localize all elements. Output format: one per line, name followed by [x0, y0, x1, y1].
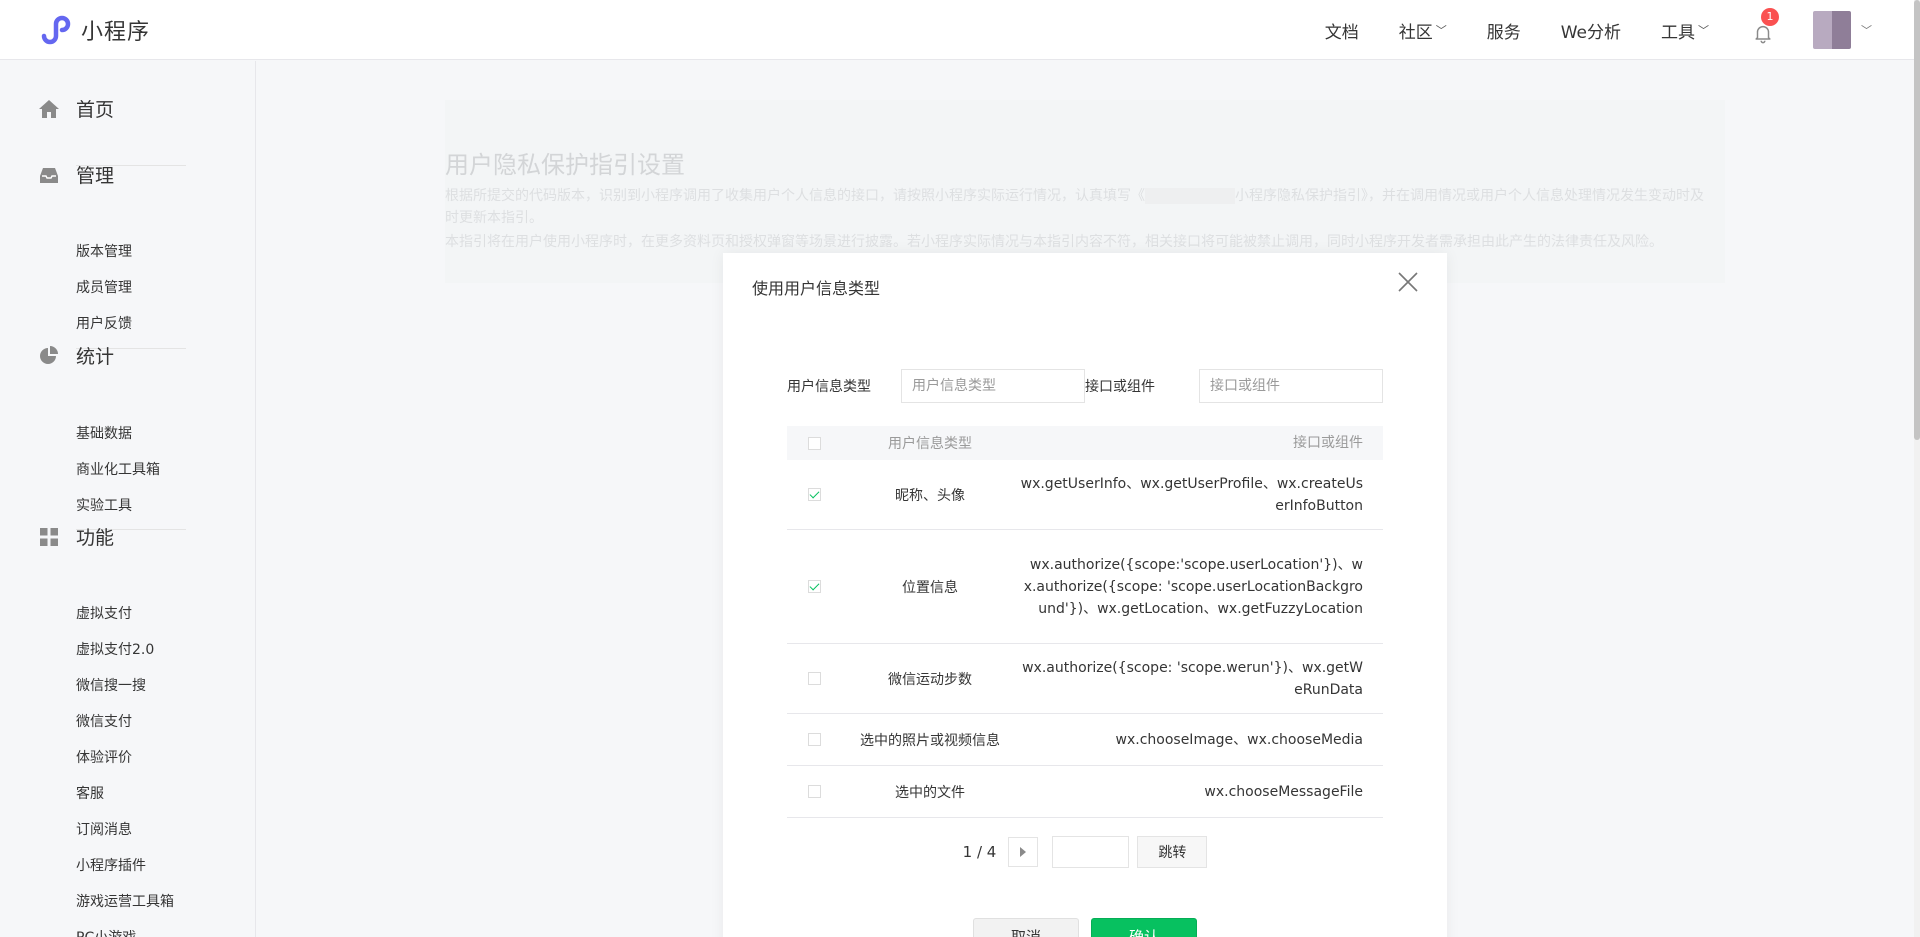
sidebar-subitem-wechat-search[interactable]: 微信搜一搜: [76, 675, 146, 695]
cancel-button[interactable]: 取消: [973, 918, 1079, 937]
page-jump-button[interactable]: 跳转: [1137, 836, 1208, 868]
page-description: 根据所提交的代码版本，识别到小程序调用了收集用户个人信息的接口，请按照小程序实际…: [445, 185, 1715, 207]
avatar[interactable]: [1813, 11, 1851, 49]
scrollbar-thumb[interactable]: [1914, 0, 1920, 440]
user-info-type-dialog: 使用用户信息类型 用户信息类型 接口或组件 用户信息类型 接口或组件 昵称、头像…: [723, 253, 1447, 937]
top-navbar: 小程序 文档 社区 ﹀ 服务 We分析 工具 ﹀ 1 ﹀: [0, 0, 1920, 60]
row-checkbox[interactable]: [807, 733, 821, 746]
nav-services[interactable]: 服务: [1487, 18, 1521, 43]
nav-community[interactable]: 社区 ﹀: [1399, 18, 1447, 43]
nav-we-analytics-label: We分析: [1560, 22, 1621, 43]
row-api: wx.chooseMessageFile: [1204, 783, 1363, 800]
page-description-text: 根据所提交的代码版本，识别到小程序调用了收集用户个人信息的接口，请按照小程序实际…: [445, 188, 1145, 204]
filter-api-label: 接口或组件: [1085, 379, 1155, 395]
page-description-line3: 本指引将在用户使用小程序时，在更多资料页和授权弹窗等场景进行披露。若小程序实际情…: [445, 234, 1663, 250]
nav-tools[interactable]: 工具 ﹀: [1661, 18, 1709, 43]
column-header-type: 用户信息类型: [888, 436, 972, 452]
row-checkbox[interactable]: [807, 672, 821, 685]
sidebar-item-stats[interactable]: 统计: [38, 342, 114, 369]
sidebar-subitem-experience-rating[interactable]: 体验评价: [76, 747, 132, 767]
row-type: 选中的照片或视频信息: [860, 732, 1000, 749]
inbox-icon: [40, 167, 58, 183]
row-checkbox[interactable]: [807, 785, 821, 798]
next-page-button[interactable]: [1008, 837, 1039, 867]
row-type: 昵称、头像: [895, 487, 965, 504]
column-header-api: 接口或组件: [1293, 435, 1363, 451]
app-title: 小程序: [81, 20, 151, 45]
sidebar-subitem-basic-data[interactable]: 基础数据: [76, 423, 132, 443]
nav-docs[interactable]: 文档: [1325, 18, 1359, 43]
sidebar-item-home[interactable]: 首页: [38, 95, 114, 122]
table-row[interactable]: 选中的文件 wx.chooseMessageFile: [787, 766, 1383, 818]
pie-chart-icon: [40, 345, 58, 364]
row-api: wx.authorize({scope:'scope.userLocation'…: [1023, 556, 1363, 617]
sidebar-subitem-game-ops-toolbox[interactable]: 游戏运营工具箱: [76, 891, 174, 911]
sidebar-subitem-pc-minigame[interactable]: PC小游戏: [76, 927, 136, 937]
top-nav: 文档 社区 ﹀ 服务 We分析 工具 ﹀ 1 ﹀: [1285, 0, 1872, 60]
sidebar-subitem-wechat-pay[interactable]: 微信支付: [76, 711, 132, 731]
row-api: wx.chooseImage、wx.chooseMedia: [1115, 731, 1363, 748]
row-checkbox[interactable]: [807, 580, 821, 593]
nav-docs-label: 文档: [1324, 22, 1359, 43]
sidebar-item-label: 管理: [76, 165, 115, 187]
table-row[interactable]: 选中的照片或视频信息 wx.chooseImage、wx.chooseMedia: [787, 714, 1383, 766]
sidebar-subitem-feedback[interactable]: 用户反馈: [76, 313, 132, 333]
caret-right-icon: [1020, 847, 1027, 857]
page-description-line2: 时更新本指引。: [445, 210, 543, 226]
page-description-text: 小程序隐私保护指引》，并在调用情况或用户个人信息处理情况发生变动时及: [1235, 188, 1704, 204]
notification-button[interactable]: 1: [1751, 8, 1779, 44]
row-type: 位置信息: [902, 579, 958, 596]
row-type: 微信运动步数: [888, 671, 972, 688]
sidebar-item-manage[interactable]: 管理: [38, 161, 114, 188]
sidebar-subitem-virtual-pay[interactable]: 虚拟支付: [76, 603, 132, 623]
nav-community-label: 社区: [1398, 22, 1433, 43]
scrollbar[interactable]: [1914, 0, 1920, 937]
select-all-checkbox[interactable]: [807, 436, 821, 450]
page-title: 用户隐私保护指引设置: [445, 151, 685, 179]
filter-type-input[interactable]: [901, 369, 1085, 403]
sidebar-item-features[interactable]: 功能: [38, 523, 114, 550]
home-icon: [39, 99, 59, 118]
filter-api-input[interactable]: [1199, 369, 1383, 403]
table-row[interactable]: 微信运动步数 wx.authorize({scope: 'scope.werun…: [787, 644, 1383, 714]
table-header: 用户信息类型 接口或组件: [787, 426, 1383, 460]
notification-badge: 1: [1761, 8, 1779, 26]
row-api: wx.authorize({scope: 'scope.werun'})、wx.…: [1022, 659, 1363, 698]
sidebar-subitem-versions[interactable]: 版本管理: [76, 241, 132, 261]
nav-tools-label: 工具: [1661, 22, 1695, 43]
user-info-table: 用户信息类型 接口或组件 昵称、头像 wx.getUserInfo、wx.get…: [787, 426, 1383, 818]
close-icon[interactable]: [1397, 271, 1419, 293]
table-row[interactable]: 位置信息 wx.authorize({scope:'scope.userLoca…: [787, 530, 1383, 644]
row-type: 选中的文件: [895, 784, 965, 801]
confirm-button[interactable]: 确认: [1091, 918, 1197, 937]
logo[interactable]: 小程序: [38, 14, 150, 46]
pagination: 1 / 4 跳转: [723, 836, 1447, 868]
row-api: wx.getUserInfo、wx.getUserProfile、wx.crea…: [1020, 475, 1363, 514]
chevron-down-icon: ﹀: [1698, 24, 1709, 37]
sidebar-subitem-plugins[interactable]: 小程序插件: [76, 855, 146, 875]
filter-type-label: 用户信息类型: [787, 379, 871, 395]
nav-services-label: 服务: [1486, 22, 1521, 43]
sidebar-subitem-customer-service[interactable]: 客服: [76, 783, 104, 803]
redacted-name: [1145, 188, 1235, 204]
page-indicator: 1 / 4: [962, 843, 997, 861]
sidebar-subitem-members[interactable]: 成员管理: [76, 277, 132, 297]
sidebar-subitem-virtual-pay-2[interactable]: 虚拟支付2.0: [76, 639, 154, 659]
sidebar-subitem-experiment-tools[interactable]: 实验工具: [76, 495, 132, 515]
page-jump-input[interactable]: [1052, 836, 1130, 868]
sidebar-item-label: 首页: [76, 99, 115, 121]
sidebar-item-label: 功能: [76, 527, 115, 549]
nav-we-analytics[interactable]: We分析: [1561, 18, 1621, 43]
miniprogram-logo-icon: [41, 15, 71, 45]
table-row[interactable]: 昵称、头像 wx.getUserInfo、wx.getUserProfile、w…: [787, 460, 1383, 530]
chevron-down-icon: ﹀: [1435, 24, 1447, 37]
grid-icon: [40, 527, 58, 546]
sidebar: 首页 管理 版本管理 成员管理 用户反馈 统计 基础数据 商业化工具箱 实验工具…: [0, 61, 256, 937]
sidebar-subitem-subscribe-message[interactable]: 订阅消息: [76, 819, 132, 839]
dialog-title: 使用用户信息类型: [752, 279, 881, 298]
chevron-down-icon[interactable]: ﹀: [1861, 22, 1872, 38]
sidebar-subitem-commerce-toolbox[interactable]: 商业化工具箱: [76, 459, 160, 479]
row-checkbox[interactable]: [807, 488, 821, 501]
sidebar-item-label: 统计: [76, 346, 115, 368]
